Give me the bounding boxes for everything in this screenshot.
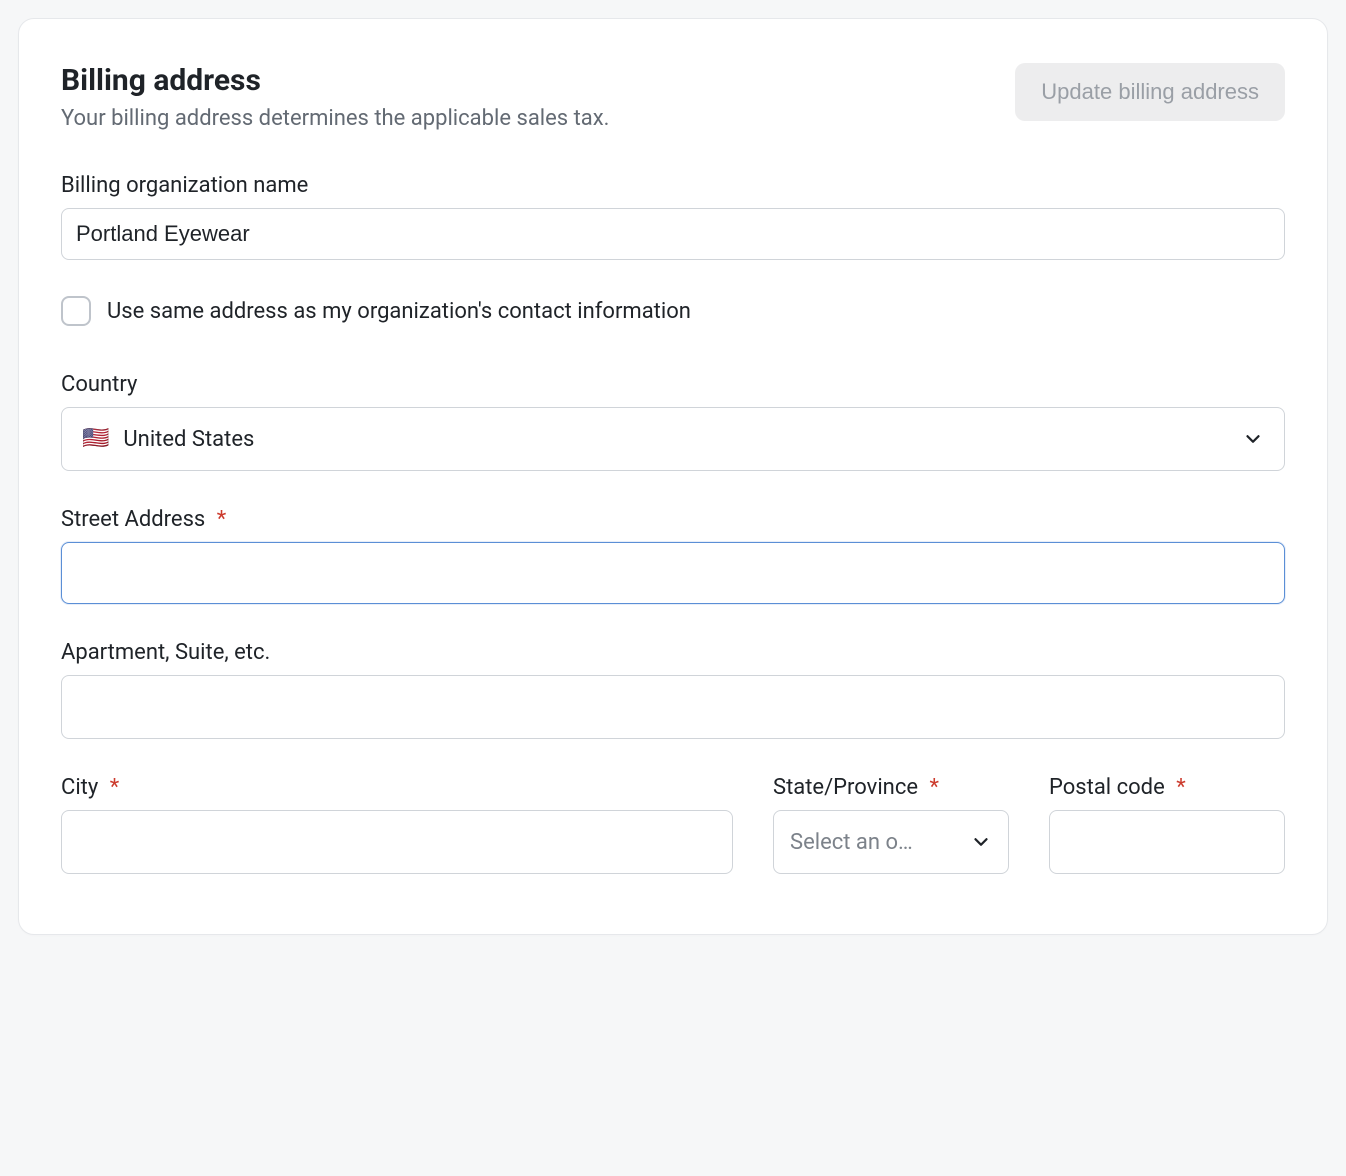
- state-label-text: State/Province: [773, 775, 918, 800]
- same-address-checkbox[interactable]: [61, 296, 91, 326]
- country-value-text: United States: [123, 427, 254, 452]
- update-billing-address-button[interactable]: Update billing address: [1015, 63, 1285, 121]
- city-input[interactable]: [61, 810, 733, 874]
- apt-field: Apartment, Suite, etc.: [61, 640, 1285, 739]
- billing-address-card: Billing address Your billing address det…: [18, 18, 1328, 935]
- org-name-label: Billing organization name: [61, 173, 1285, 198]
- state-select[interactable]: Select an o…: [773, 810, 1009, 874]
- postal-label-text: Postal code: [1049, 775, 1165, 800]
- org-name-input[interactable]: [61, 208, 1285, 260]
- street-label: Street Address *: [61, 507, 1285, 532]
- header-text: Billing address Your billing address det…: [61, 63, 610, 131]
- postal-input[interactable]: [1049, 810, 1285, 874]
- org-name-field: Billing organization name: [61, 173, 1285, 260]
- flag-icon: 🇺🇸: [82, 428, 109, 450]
- card-subtitle: Your billing address determines the appl…: [61, 106, 610, 131]
- city-field: City *: [61, 775, 733, 874]
- apt-label: Apartment, Suite, etc.: [61, 640, 1285, 665]
- required-asterisk: *: [929, 775, 938, 800]
- state-placeholder: Select an o…: [790, 830, 913, 855]
- chevron-down-icon: [970, 831, 992, 853]
- card-header: Billing address Your billing address det…: [61, 63, 1285, 131]
- city-label: City *: [61, 775, 733, 800]
- city-label-text: City: [61, 775, 98, 800]
- country-select[interactable]: 🇺🇸 United States: [61, 407, 1285, 471]
- required-asterisk: *: [1176, 775, 1185, 800]
- card-title: Billing address: [61, 63, 610, 98]
- state-label: State/Province *: [773, 775, 1009, 800]
- same-address-label: Use same address as my organization's co…: [107, 299, 691, 324]
- street-field: Street Address *: [61, 507, 1285, 604]
- apt-input[interactable]: [61, 675, 1285, 739]
- country-select-value: 🇺🇸 United States: [82, 427, 254, 452]
- chevron-down-icon: [1242, 428, 1264, 450]
- postal-label: Postal code *: [1049, 775, 1285, 800]
- country-label: Country: [61, 372, 1285, 397]
- country-field: Country 🇺🇸 United States: [61, 372, 1285, 471]
- required-asterisk: *: [110, 775, 119, 800]
- same-address-row: Use same address as my organization's co…: [61, 296, 1285, 326]
- street-label-text: Street Address: [61, 507, 205, 532]
- city-state-postal-row: City * State/Province * Select an o… Pos…: [61, 775, 1285, 874]
- required-asterisk: *: [217, 507, 226, 532]
- state-field: State/Province * Select an o…: [773, 775, 1009, 874]
- street-input[interactable]: [61, 542, 1285, 604]
- postal-field: Postal code *: [1049, 775, 1285, 874]
